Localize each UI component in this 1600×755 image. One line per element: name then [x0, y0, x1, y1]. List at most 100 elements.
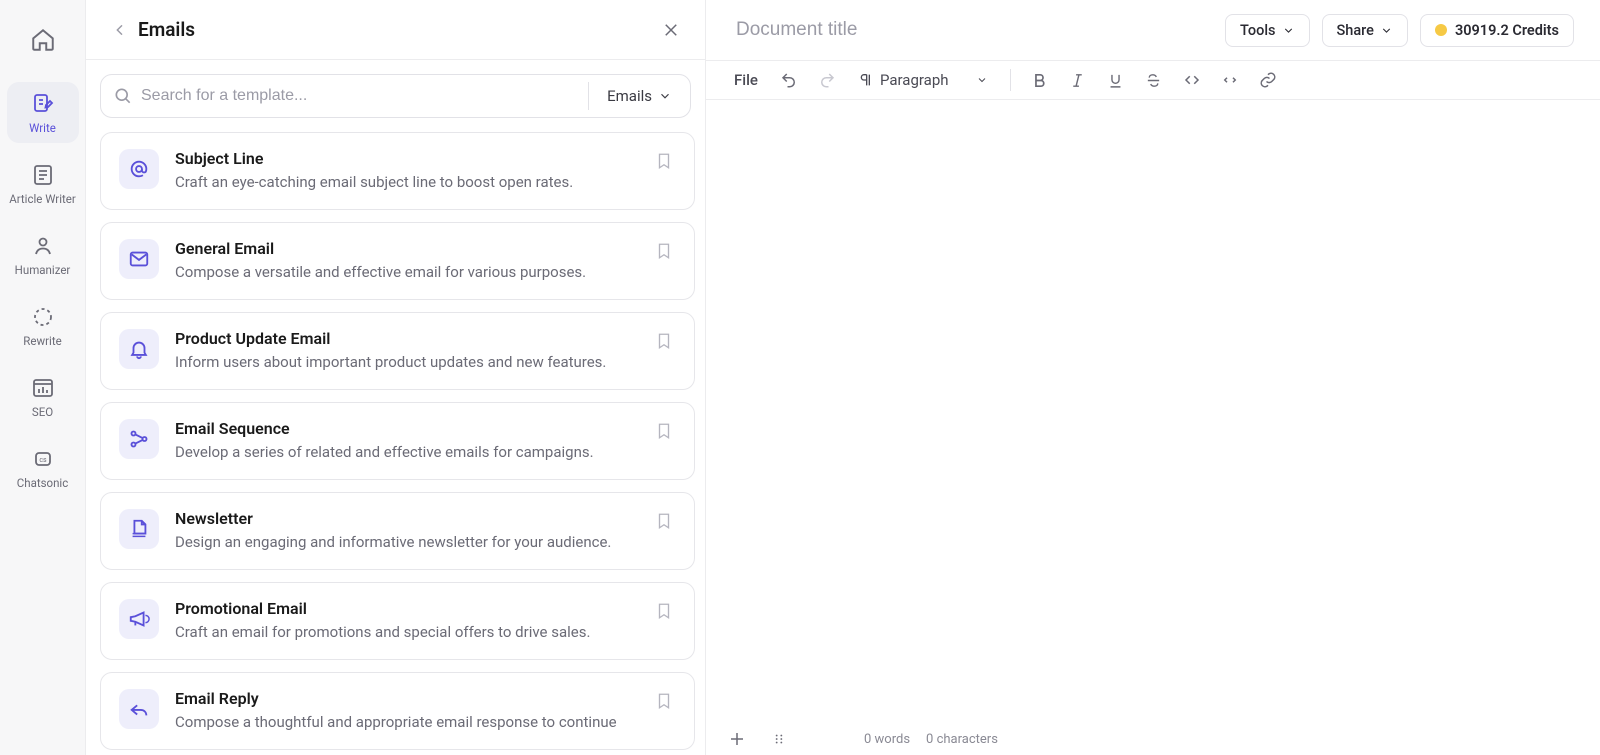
file-menu[interactable]: File [724, 63, 768, 97]
mail-icon [119, 239, 159, 279]
megaphone-icon [119, 599, 159, 639]
link-button[interactable] [1251, 63, 1285, 97]
undo-icon [780, 71, 798, 89]
bell-icon [119, 329, 159, 369]
strikethrough-button[interactable] [1137, 63, 1171, 97]
panel-title: Emails [138, 18, 659, 41]
bookmark-button[interactable] [652, 239, 676, 263]
block-type-label: Paragraph [880, 71, 970, 89]
sidebar-item-chatsonic[interactable]: cs Chatsonic [7, 437, 79, 498]
italic-button[interactable] [1061, 63, 1095, 97]
credits-badge[interactable]: 30919.2 Credits [1420, 14, 1574, 47]
codeblock-button[interactable] [1213, 63, 1247, 97]
block-type-select[interactable]: Paragraph [848, 63, 998, 97]
bookmark-button[interactable] [652, 689, 676, 713]
bookmark-icon [655, 512, 673, 530]
svg-text:cs: cs [39, 456, 47, 464]
template-card-promotional[interactable]: Promotional Email Craft an email for pro… [100, 582, 695, 660]
template-title: Newsletter [175, 509, 636, 528]
sidebar-item-seo[interactable]: SEO [7, 366, 79, 427]
word-count: 0 words [864, 732, 910, 747]
bookmark-button[interactable] [652, 419, 676, 443]
bookmark-icon [655, 422, 673, 440]
share-label: Share [1337, 22, 1374, 39]
template-desc: Design an engaging and informative newsl… [175, 532, 636, 553]
template-card-product-update[interactable]: Product Update Email Inform users about … [100, 312, 695, 390]
home-button[interactable] [19, 16, 67, 64]
drag-icon [772, 732, 786, 746]
chevron-down-icon [1380, 24, 1393, 37]
at-icon [119, 149, 159, 189]
share-button[interactable]: Share [1322, 14, 1408, 47]
main-sidebar: Write Article Writer Humanizer Rewrite S… [0, 0, 86, 755]
template-card-newsletter[interactable]: Newsletter Design an engaging and inform… [100, 492, 695, 570]
template-title: Email Sequence [175, 419, 636, 438]
code-button[interactable] [1175, 63, 1209, 97]
template-desc: Develop a series of related and effectiv… [175, 442, 636, 463]
template-title: Product Update Email [175, 329, 636, 348]
tools-button[interactable]: Tools [1225, 14, 1309, 47]
article-icon [31, 163, 55, 187]
editor-header: Tools Share 30919.2 Credits [706, 0, 1600, 60]
bookmark-icon [655, 692, 673, 710]
write-icon [31, 92, 55, 116]
add-block-button[interactable] [724, 726, 750, 752]
template-desc: Craft an eye-catching email subject line… [175, 172, 636, 193]
editor-area: Tools Share 30919.2 Credits File Par [706, 0, 1600, 755]
template-title: Subject Line [175, 149, 636, 168]
reply-icon [119, 689, 159, 729]
template-card-email-sequence[interactable]: Email Sequence Develop a series of relat… [100, 402, 695, 480]
back-button[interactable] [108, 18, 132, 42]
credits-label: 30919.2 Credits [1455, 22, 1559, 39]
bookmark-icon [655, 602, 673, 620]
bookmark-button[interactable] [652, 329, 676, 353]
paragraph-icon [858, 72, 874, 88]
sidebar-item-write[interactable]: Write [7, 82, 79, 143]
filter-dropdown[interactable]: Emails [589, 87, 690, 105]
close-button[interactable] [659, 18, 683, 42]
close-icon [662, 21, 680, 39]
template-card-general-email[interactable]: General Email Compose a versatile and ef… [100, 222, 695, 300]
sidebar-item-humanizer[interactable]: Humanizer [7, 224, 79, 285]
bookmark-button[interactable] [652, 509, 676, 533]
editor-footer: 0 words 0 characters [706, 723, 1600, 755]
bold-icon [1031, 72, 1048, 89]
credits-dot-icon [1435, 24, 1447, 36]
sidebar-item-article-writer[interactable]: Article Writer [7, 153, 79, 214]
chevron-down-icon [976, 74, 988, 86]
char-count: 0 characters [926, 732, 998, 747]
bold-button[interactable] [1023, 63, 1057, 97]
sidebar-item-label: Chatsonic [17, 476, 69, 490]
search-row: Emails [86, 60, 705, 118]
link-icon [1259, 71, 1277, 89]
redo-button[interactable] [810, 63, 844, 97]
bookmark-icon [655, 242, 673, 260]
tools-label: Tools [1240, 22, 1275, 39]
template-desc: Compose a thoughtful and appropriate ema… [175, 712, 636, 733]
drag-handle[interactable] [766, 726, 792, 752]
sidebar-item-label: Rewrite [23, 334, 61, 348]
search-input[interactable] [141, 87, 588, 105]
sidebar-item-rewrite[interactable]: Rewrite [7, 295, 79, 356]
templates-panel: Emails Emails [86, 0, 706, 755]
template-card-subject-line[interactable]: Subject Line Craft an eye-catching email… [100, 132, 695, 210]
editor-toolbar: File Paragraph [706, 60, 1600, 100]
underline-button[interactable] [1099, 63, 1133, 97]
template-title: General Email [175, 239, 636, 258]
chatsonic-icon: cs [31, 447, 55, 471]
rewrite-icon [31, 305, 55, 329]
code-icon [1183, 71, 1201, 89]
template-desc: Inform users about important product upd… [175, 352, 636, 373]
bookmark-button[interactable] [652, 599, 676, 623]
editor-body[interactable] [706, 100, 1600, 723]
templates-list[interactable]: Subject Line Craft an eye-catching email… [86, 118, 705, 755]
template-card-email-reply[interactable]: Email Reply Compose a thoughtful and app… [100, 672, 695, 750]
strikethrough-icon [1145, 72, 1162, 89]
newsletter-icon [119, 509, 159, 549]
plus-icon [728, 730, 746, 748]
filter-label: Emails [607, 87, 652, 105]
seo-icon [31, 376, 55, 400]
document-title-input[interactable] [736, 19, 1213, 41]
undo-button[interactable] [772, 63, 806, 97]
bookmark-button[interactable] [652, 149, 676, 173]
